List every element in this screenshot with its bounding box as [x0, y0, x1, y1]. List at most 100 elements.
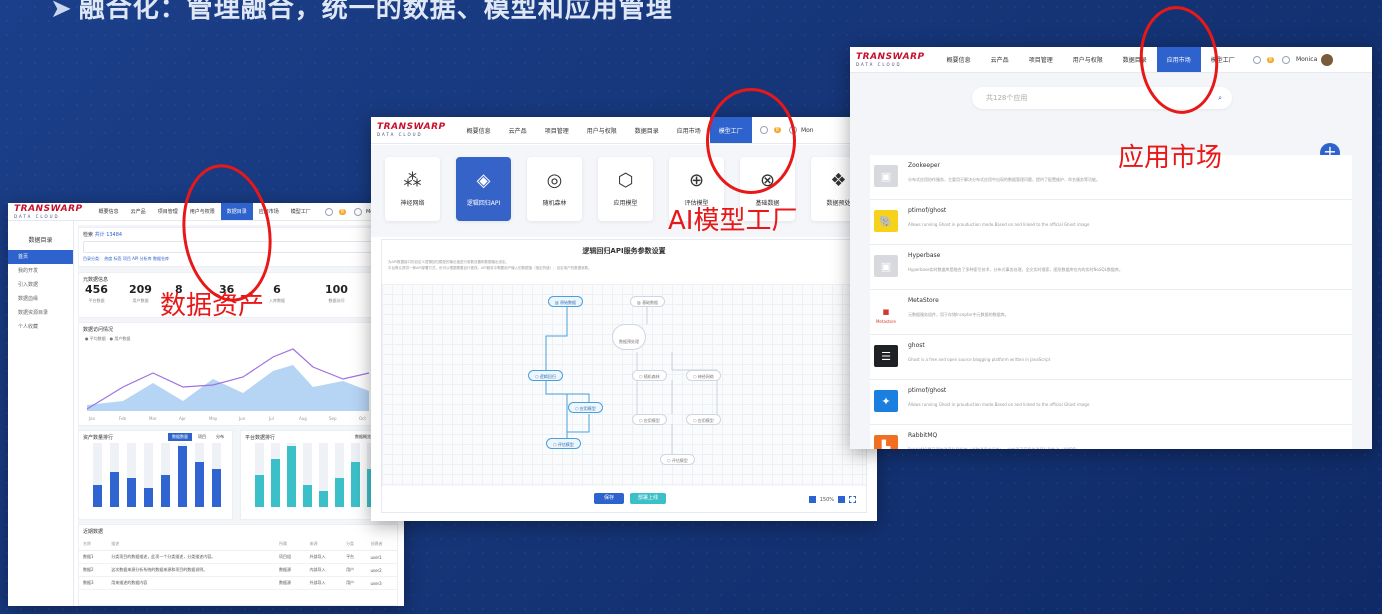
app-name: ptimof/ghost	[908, 387, 947, 394]
model-tile[interactable]: ◈ 逻辑回归API	[456, 157, 511, 221]
nav-item[interactable]: 概要信息	[458, 117, 500, 143]
sidebar-item[interactable]: 数据资源目录	[8, 306, 73, 320]
brand-logo[interactable]: TRANSWARP DATA CLOUD	[856, 51, 925, 67]
zoom-out-icon[interactable]	[808, 496, 816, 503]
app-list-item[interactable]: ✦ ptimof/ghost Allows running Ghost in pro…	[870, 380, 1352, 425]
bar-mark	[144, 487, 153, 507]
cubes-icon: ❖	[830, 169, 847, 191]
search-label: 检索	[83, 232, 94, 238]
nav-item[interactable]: 项目管理	[152, 203, 184, 220]
flow-node-app-model-3[interactable]: ⬡ 应用模型	[686, 414, 721, 425]
help-icon[interactable]	[1281, 55, 1290, 64]
nav-item[interactable]: 云产品	[981, 47, 1019, 72]
user-name[interactable]: Monica	[1296, 56, 1317, 63]
sidebar-item[interactable]: 首页	[8, 250, 73, 264]
sidebar-item[interactable]: 引入数据	[8, 278, 73, 292]
bar-mark	[161, 475, 170, 507]
legend-item: 用户数据	[114, 336, 131, 341]
app-name: RabbitMQ	[908, 432, 938, 439]
recent-table: 名称 描述 所属 来源 分类 创建者 数据1 分类项目的数据描述，此项一个分类描述，分类描述内…	[79, 538, 397, 590]
nav-item[interactable]: 项目管理	[536, 117, 578, 143]
save-button[interactable]: 保存	[594, 493, 624, 504]
flow-node-app-model-1[interactable]: ⬡ 应用模型	[568, 402, 603, 413]
node-label: 神经网络	[697, 374, 714, 379]
nav-item[interactable]: 用户与权限	[1063, 47, 1113, 72]
flow-node-eval-2[interactable]: ⬡ 评估模型	[660, 454, 695, 465]
search-count: 共计 13484	[94, 232, 123, 238]
nav-item[interactable]: 云产品	[500, 117, 536, 143]
trend-card: 数据访问情况 ● 平均数据 ● 用户数据 Jan Feb Mar Apr May Jun J…	[78, 322, 398, 426]
sidebar-item[interactable]: 个人收藏	[8, 320, 73, 334]
node-label: 随机森林	[643, 374, 660, 379]
metastore-label: Metastore	[875, 319, 897, 324]
flow-node-app-model-2[interactable]: ⬡ 应用模型	[632, 414, 667, 425]
callout-ai-factory: AI模型工厂	[668, 206, 798, 236]
gear-icon[interactable]	[324, 207, 333, 216]
app-name: MetaStore	[908, 297, 939, 304]
fit-screen-icon[interactable]	[849, 496, 856, 503]
table-header-cell: 描述	[107, 538, 275, 551]
month-tick-label: Sep	[329, 416, 337, 421]
tile-label: 应用模型	[613, 199, 638, 207]
nav-item[interactable]: 模型工厂	[285, 203, 317, 220]
help-icon[interactable]	[353, 207, 362, 216]
app-description: Hyperbase实时数据库是融合了多种索引技术，分布式事务处理，全文实时搜索，…	[908, 267, 1123, 272]
zoom-in-icon[interactable]	[838, 496, 845, 503]
panel-desc-2: 平台默认提供一种API部署方式，也可以根据需要自行更改。API服务中需要用户输入…	[388, 266, 592, 270]
gear-icon[interactable]	[1252, 55, 1261, 64]
layers-icon: ◈	[476, 169, 491, 191]
nav-item[interactable]: 项目管理	[1019, 47, 1063, 72]
flow-node-random-forest[interactable]: ⬡ 随机森林	[632, 370, 667, 381]
user-name[interactable]: Mon	[801, 127, 814, 134]
table-row[interactable]: 数据2 这次数据来源分析系统的数据来源和项目的数据说明。 数据源 内部导入 用户 user…	[79, 563, 397, 577]
nav-item[interactable]: 应用市场	[668, 117, 710, 143]
node-label: 原始数据	[560, 300, 577, 305]
model-tile[interactable]: ◎ 随机森林	[527, 157, 582, 221]
search-icon[interactable]: ⌕	[1218, 87, 1222, 109]
app-list-item[interactable]: ☰ ghost Ghost is a free and open source bl…	[870, 335, 1352, 380]
sidebar-item[interactable]: 数据血缘	[8, 292, 73, 306]
flow-node-eval-1[interactable]: ⬡ 评估模型	[546, 438, 581, 449]
nav-item[interactable]: 数据目录	[626, 117, 668, 143]
nav-item[interactable]: 概要信息	[937, 47, 981, 72]
flow-node-logistic[interactable]: ⬡ 逻辑回归	[528, 370, 563, 381]
app-list-item[interactable]: ▣ Zookeeper 分布式应用协作服务，主要用于解决分布式应用中出现的数据管理问…	[870, 155, 1352, 200]
app-icon-glyph: 🐘	[879, 214, 893, 228]
bar-mark	[110, 471, 119, 507]
table-cell: 外部导入	[305, 550, 343, 564]
bar-mark	[351, 462, 360, 507]
flow-canvas[interactable]: ▥ 原始数据 ▥ 基础数据 数据预处理 ⬡ 逻辑回归 ⬡ 随机森林 ⬡ 神经网络…	[382, 284, 866, 486]
stat-value: 209	[129, 283, 152, 296]
avatar[interactable]	[1321, 53, 1334, 66]
nav-item[interactable]: 概要信息	[93, 203, 125, 220]
recent-title: 近期数据	[83, 529, 104, 535]
app-list-item[interactable]: 🐘 ptimof/ghost Allows running Ghost in pro…	[870, 200, 1352, 245]
table-row[interactable]: 数据3 用来描述的数据内容 数据源 外部导入 用户 user3	[79, 576, 397, 590]
logo-text: TRANSWARP	[856, 51, 925, 62]
table-row[interactable]: 数据1 分类项目的数据描述，此项一个分类描述，分类描述内容。 项目组 外部导入 平台 us…	[79, 550, 397, 564]
model-tile[interactable]: ⬡ 应用模型	[598, 157, 653, 221]
app-list-item[interactable]: ▣ Hyperbase Hyperbase实时数据库是融合了多种索引技术，分布式事务…	[870, 245, 1352, 290]
search-placeholder: 共128个应用	[986, 94, 1028, 102]
model-tile[interactable]: ⁂ 神经网络	[385, 157, 440, 221]
brand-logo[interactable]: TRANSWARP DATA CLOUD	[14, 204, 83, 219]
nav-item[interactable]: 云产品	[125, 203, 152, 220]
app-list-item[interactable]: ▙ RabbitMQ RabbitMQ是开源的消息队列系统（或称消息中间件），它实现…	[870, 425, 1352, 449]
table-cell: user2	[366, 563, 397, 577]
table-header-cell: 所属	[274, 538, 306, 551]
notification-badge[interactable]: 8	[338, 208, 346, 215]
flow-node-neural[interactable]: ⬡ 神经网络	[686, 370, 721, 381]
ghost-icon: ☰	[874, 345, 898, 367]
flow-node-preprocess[interactable]: 数据预处理	[612, 324, 646, 350]
app-list-item[interactable]: ▪ Metastore MetaStore 元数据服务组件，用于存储Inceptor中…	[870, 290, 1352, 335]
nav-item[interactable]: 用户与权限	[578, 117, 626, 143]
sidebar-item[interactable]: 我的开发	[8, 264, 73, 278]
arrow-icon: ➤	[50, 0, 73, 24]
table-cell: 数据2	[79, 563, 108, 577]
app-market-body: 共128个应用 ⌕ + ▣ Zookeeper 分布式应用协作服务，主要用于解决分布式…	[850, 73, 1372, 449]
brand-logo[interactable]: TRANSWARP DATA CLOUD	[377, 123, 446, 138]
notification-badge[interactable]: 8	[1266, 56, 1274, 63]
flow-node-raw-data[interactable]: ▥ 原始数据	[548, 296, 584, 307]
flow-node-base-data[interactable]: ▥ 基础数据	[630, 296, 666, 307]
deploy-button[interactable]: 部署上线	[630, 493, 666, 504]
